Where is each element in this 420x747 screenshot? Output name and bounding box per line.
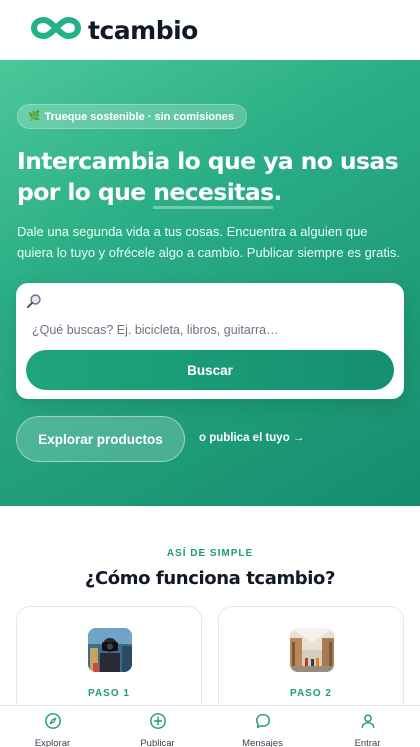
top-bar: tcambio <box>0 0 420 60</box>
search-button[interactable]: Buscar <box>26 350 394 390</box>
nav-item-publicar[interactable]: Publicar <box>105 706 210 747</box>
market-hall-photo <box>290 628 334 672</box>
explore-products-button[interactable]: Explorar productos <box>16 416 185 462</box>
nav-label: Mensajes <box>242 738 283 747</box>
infinity-logo-icon <box>30 16 82 45</box>
search-icon <box>26 293 42 309</box>
nav-item-entrar[interactable]: Entrar <box>315 706 420 747</box>
brand-name: tcambio <box>88 15 198 45</box>
nav-label: Explorar <box>34 738 71 747</box>
section-title: ¿Cómo funciona tcambio? <box>84 568 336 589</box>
bottom-navigation: Explorar Publicar Mensajes Entrar <box>0 705 420 747</box>
headline-suffix: . <box>273 178 282 206</box>
plus-circle-icon <box>149 712 167 735</box>
nav-item-explorar[interactable]: Explorar <box>0 706 105 747</box>
hero-section: 🌿 Trueque sostenible · sin comisiones In… <box>0 60 420 506</box>
nav-item-mensajes[interactable]: Mensajes <box>210 706 315 747</box>
search-card: Buscar <box>16 283 404 399</box>
hero-headline: Intercambia lo que ya no usas por lo que… <box>17 146 407 209</box>
user-icon <box>359 712 377 735</box>
section-eyebrow: ASÍ DE SIMPLE <box>166 548 254 559</box>
brand-logo[interactable]: tcambio <box>30 16 198 45</box>
nav-label: Entrar <box>354 738 381 747</box>
hero-subtext: Dale una segunda vida a tus cosas. Encue… <box>17 224 400 260</box>
photographer-photo <box>88 628 132 672</box>
headline-prefix: por lo que <box>17 178 154 206</box>
leaf-icon: 🌿 <box>28 111 41 122</box>
step-label: PASO 1 <box>88 688 130 699</box>
badge-text: Trueque sostenible · sin comisiones <box>44 110 234 123</box>
publish-link[interactable]: o publica el tuyo → <box>199 432 304 444</box>
headline-line-1: Intercambia lo que ya no usas <box>17 147 399 175</box>
chat-bubble-icon <box>254 712 272 735</box>
search-input[interactable] <box>32 323 388 337</box>
step-label: PASO 2 <box>290 688 332 699</box>
sustainability-badge: 🌿 Trueque sostenible · sin comisiones <box>17 104 247 129</box>
nav-label: Publicar <box>140 738 175 747</box>
headline-highlight: necesitas <box>153 178 274 209</box>
compass-icon <box>44 712 62 735</box>
